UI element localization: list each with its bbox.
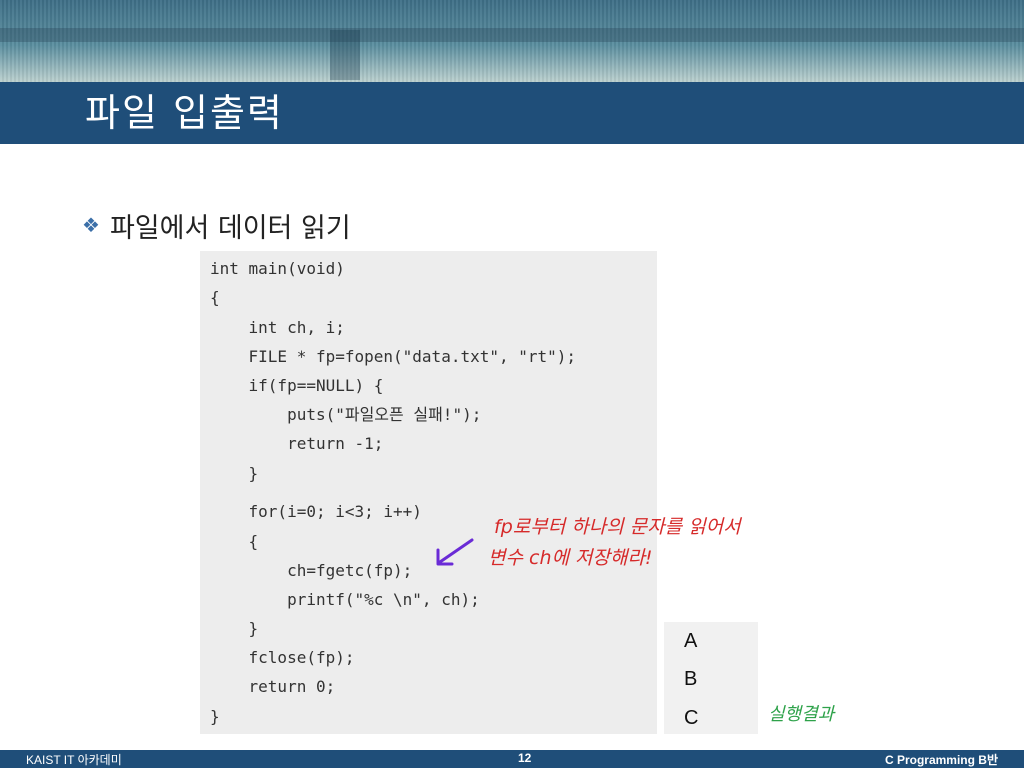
code-line: fclose(fp); (210, 648, 355, 667)
code-line: return 0; (210, 677, 336, 696)
code-line: puts("파일오픈 실패!"); (210, 405, 482, 424)
code-line: int ch, i; (210, 318, 345, 337)
code-line: ch=fgetc(fp); (210, 561, 413, 580)
footer-organization: KAIST IT 아카데미 (26, 753, 122, 767)
output-line: C (684, 707, 699, 729)
code-line: for(i=0; i<3; i++) (210, 502, 422, 521)
code-line: return -1; (210, 434, 384, 453)
footer-bar: KAIST IT 아카데미 12 C Programming B반 (0, 750, 1024, 768)
code-line: printf("%c \n", ch); (210, 590, 480, 609)
output-line: B (684, 668, 698, 690)
annotation-line-1: fp로부터 하나의 문자를 읽어서 (494, 516, 741, 538)
arrow-icon (436, 538, 474, 566)
output-line: A (684, 630, 698, 652)
code-line: FILE * fp=fopen("data.txt", "rt"); (210, 347, 577, 366)
annotation-line-2: 변수 ch에 저장해라! (488, 547, 653, 569)
banner-band (0, 28, 1024, 42)
bullet-text: 파일에서 데이터 읽기 (109, 212, 351, 244)
banner-band (330, 30, 360, 80)
code-line: } (210, 707, 220, 726)
code-line: } (210, 464, 259, 483)
bullet-item: ❖ 파일에서 데이터 읽기 (82, 205, 351, 245)
output-box (664, 622, 758, 734)
footer-course: C Programming B반 (884, 753, 998, 767)
code-line: { (210, 288, 220, 307)
code-line: } (210, 619, 259, 638)
slide-title: 파일 입출력 (85, 91, 284, 135)
header-banner-image (0, 0, 1024, 82)
page-number: 12 (518, 751, 532, 765)
code-line: int main(void) (210, 259, 345, 278)
code-line: if(fp==NULL) { (210, 376, 384, 395)
code-line: { (210, 532, 259, 551)
result-label: 실행결과 (768, 704, 835, 725)
diamond-cluster-icon: ❖ (82, 213, 100, 237)
